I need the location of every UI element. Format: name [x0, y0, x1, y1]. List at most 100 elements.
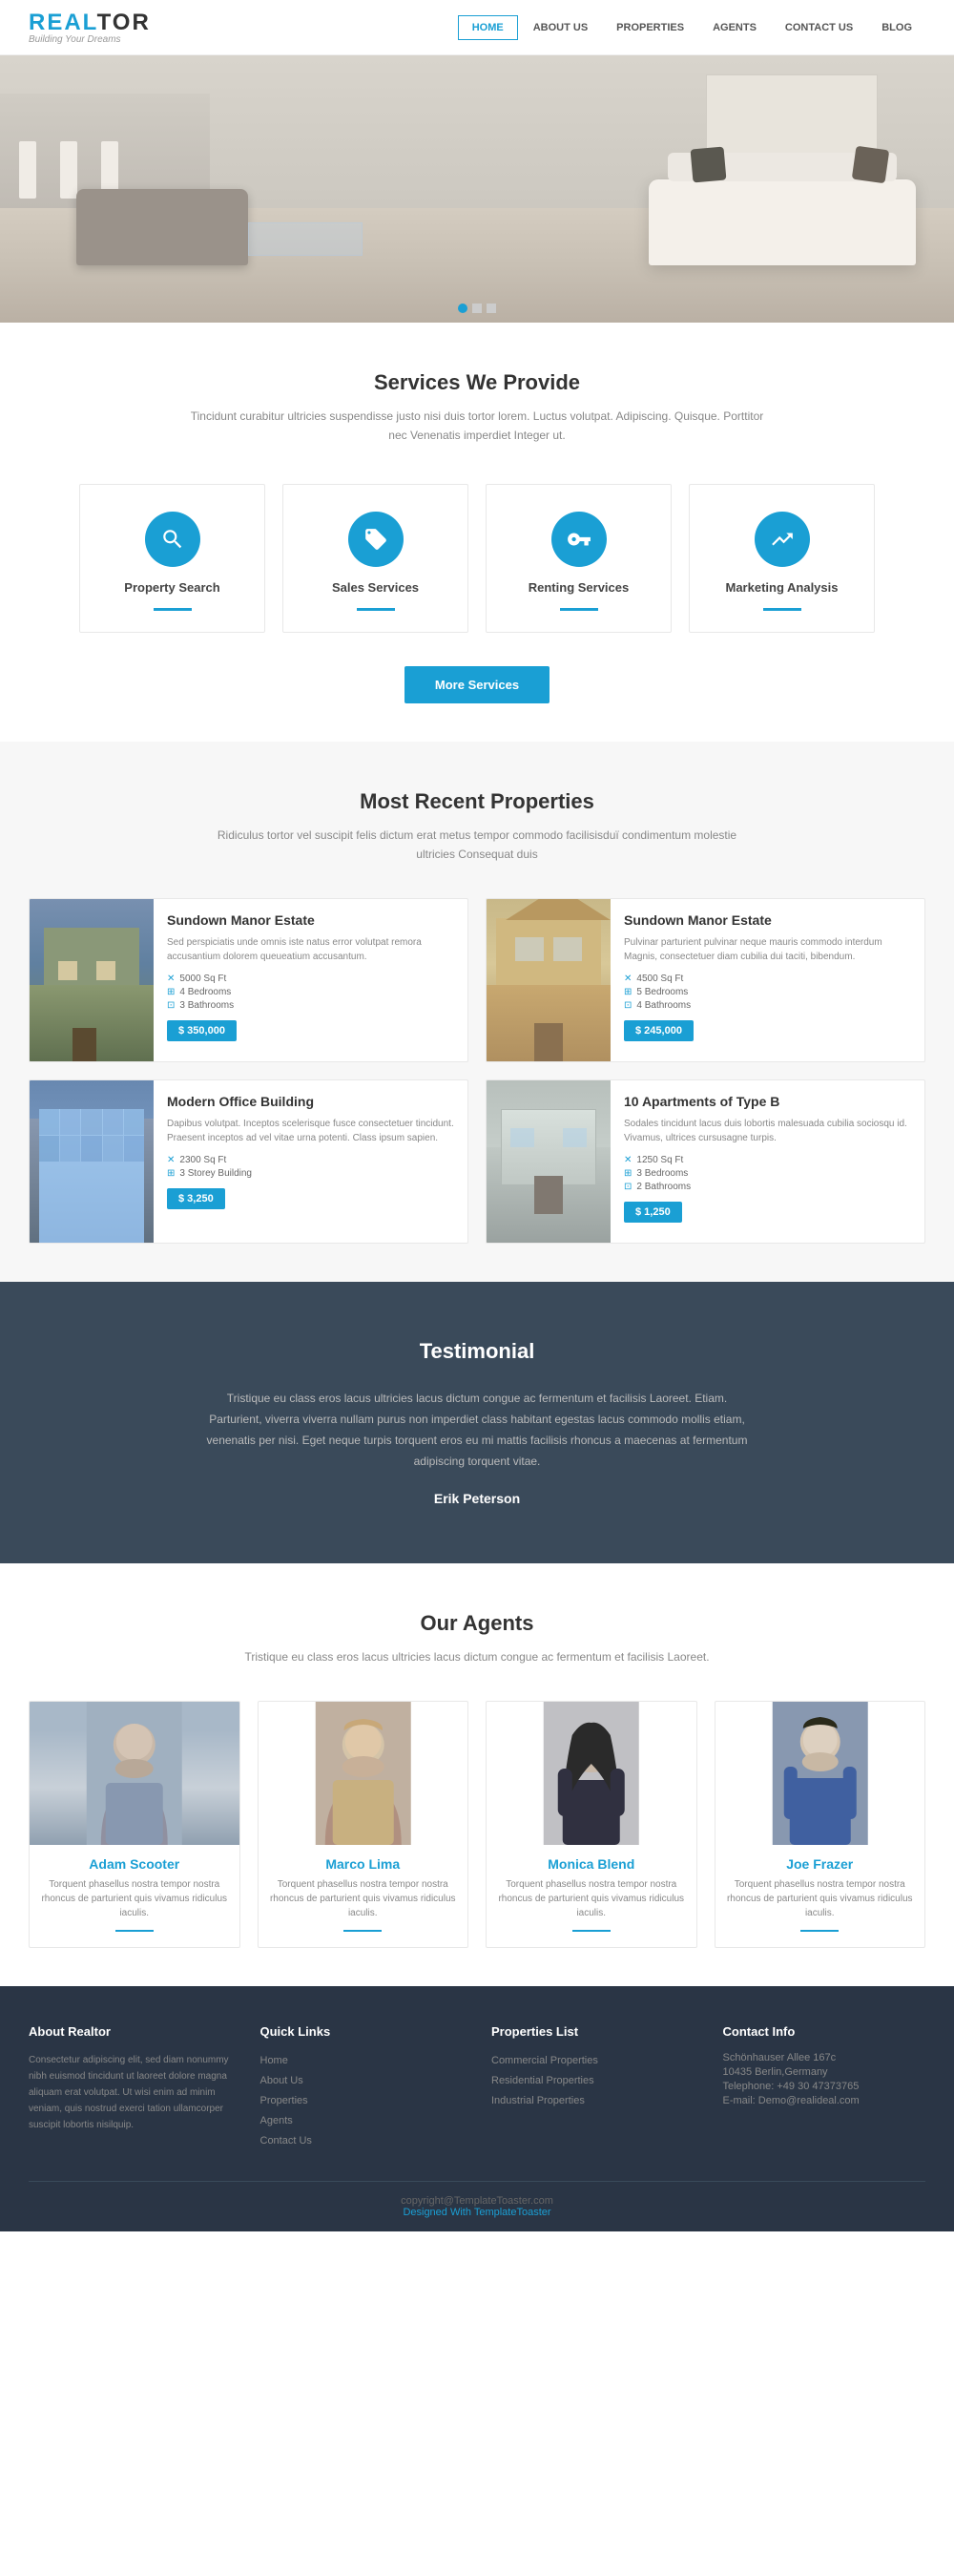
property-card-2[interactable]: Sundown Manor Estate Pulvinar parturient…: [486, 898, 925, 1062]
property-info-2: Sundown Manor Estate Pulvinar parturient…: [611, 899, 924, 1061]
hero-dot-2[interactable]: [472, 304, 482, 313]
service-divider-marketing: [763, 608, 801, 611]
search-icon: [145, 512, 200, 567]
property-features-4: ✕1250 Sq Ft ⊞3 Bedrooms ⊡2 Bathrooms: [624, 1155, 911, 1192]
service-card-renting[interactable]: Renting Services: [486, 484, 672, 633]
property-desc-3: Dapibus volutpat. Inceptos scelerisque f…: [167, 1117, 454, 1145]
property-image-1: [30, 899, 154, 1061]
footer-link-properties[interactable]: Properties: [260, 2092, 464, 2106]
service-name-search: Property Search: [97, 580, 247, 595]
service-card-sales[interactable]: Sales Services: [282, 484, 468, 633]
footer-proplist: Properties List Commercial Properties Re…: [491, 2024, 695, 2152]
agent-name-2: Marco Lima: [259, 1856, 468, 1872]
hero-dot-3[interactable]: [487, 304, 496, 313]
footer-contact-line-2: 10435 Berlin,Germany: [723, 2066, 926, 2078]
property-title-4: 10 Apartments of Type B: [624, 1094, 911, 1109]
footer-designed-by[interactable]: Designed With TemplateToaster: [403, 2207, 550, 2218]
footer-about-title: About Realtor: [29, 2024, 232, 2039]
footer-about: About Realtor Consectetur adipiscing eli…: [29, 2024, 232, 2152]
properties-section: Most Recent Properties Ridiculus tortor …: [0, 742, 954, 1282]
property-info-3: Modern Office Building Dapibus volutpat.…: [154, 1080, 467, 1243]
agent-photo-1: [30, 1702, 239, 1845]
tag-icon: [348, 512, 404, 567]
nav-contact[interactable]: CONTACT US: [772, 16, 866, 39]
properties-grid: Sundown Manor Estate Sed perspiciatis un…: [29, 898, 925, 1244]
property-desc-2: Pulvinar parturient pulvinar neque mauri…: [624, 935, 911, 964]
prop-sqft-1: ✕ 5000 Sq Ft: [167, 974, 454, 984]
testimonial-text: Tristique eu class eros lacus ultricies …: [200, 1388, 754, 1473]
main-nav: HOME ABOUT US PROPERTIES AGENTS CONTACT …: [458, 15, 925, 40]
footer-contact-line-1: Schönhauser Allee 167c: [723, 2052, 926, 2063]
footer-grid: About Realtor Consectetur adipiscing eli…: [29, 2024, 925, 2152]
footer-contact-line-4: E-mail: Demo@realideal.com: [723, 2095, 926, 2106]
property-card-3[interactable]: Modern Office Building Dapibus volutpat.…: [29, 1079, 468, 1244]
prop-beds-1: ⊞ 4 Bedrooms: [167, 987, 454, 997]
footer-link-about[interactable]: About Us: [260, 2072, 464, 2086]
agent-name-1: Adam Scooter: [30, 1856, 239, 1872]
service-card-search[interactable]: Property Search: [79, 484, 265, 633]
agent-divider-4: [800, 1930, 839, 1932]
agents-grid: Adam Scooter Torquent phasellus nostra t…: [29, 1701, 925, 1948]
agent-divider-3: [572, 1930, 611, 1932]
agents-title: Our Agents: [29, 1611, 925, 1636]
property-features-1: ✕ 5000 Sq Ft ⊞ 4 Bedrooms ⊡ 3 Bathrooms: [167, 974, 454, 1011]
services-section: Services We Provide Tincidunt curabitur …: [0, 323, 954, 742]
footer-copyright: copyright@TemplateToaster.com: [401, 2195, 553, 2207]
property-card-4[interactable]: 10 Apartments of Type B Sodales tincidun…: [486, 1079, 925, 1244]
agent-photo-2: [259, 1702, 468, 1845]
service-card-marketing[interactable]: Marketing Analysis: [689, 484, 875, 633]
hero-nav: [458, 304, 496, 313]
agent-divider-1: [115, 1930, 154, 1932]
agent-desc-3: Torquent phasellus nostra tempor nostra …: [487, 1877, 696, 1920]
hero-dot-1[interactable]: [458, 304, 467, 313]
hero-section: [0, 55, 954, 323]
footer-quicklinks-title: Quick Links: [260, 2024, 464, 2039]
footer-contact-title: Contact Info: [723, 2024, 926, 2039]
services-title: Services We Provide: [29, 370, 925, 395]
service-name-sales: Sales Services: [301, 580, 450, 595]
testimonial-author: Erik Peterson: [29, 1491, 925, 1506]
agent-card-4[interactable]: Joe Frazer Torquent phasellus nostra tem…: [715, 1701, 926, 1948]
nav-agents[interactable]: AGENTS: [699, 16, 770, 39]
footer-bottom: copyright@TemplateToaster.com Designed W…: [29, 2181, 925, 2231]
properties-subtitle: Ridiculus tortor vel suscipit felis dict…: [200, 826, 754, 865]
footer-proplist-list: Commercial Properties Residential Proper…: [491, 2052, 695, 2106]
services-subtitle: Tincidunt curabitur ultricies suspendiss…: [181, 407, 773, 446]
property-info-4: 10 Apartments of Type B Sodales tincidun…: [611, 1080, 924, 1243]
footer-proplist-title: Properties List: [491, 2024, 695, 2039]
nav-properties[interactable]: PROPERTIES: [603, 16, 697, 39]
nav-about[interactable]: ABOUT US: [520, 16, 601, 39]
property-image-2: [487, 899, 611, 1061]
service-name-renting: Renting Services: [504, 580, 653, 595]
property-price-4: $ 1,250: [624, 1202, 682, 1223]
nav-blog[interactable]: BLOG: [868, 16, 925, 39]
service-cards-row: Property Search Sales Services Renting S…: [29, 484, 925, 633]
footer-contact: Contact Info Schönhauser Allee 167c 1043…: [723, 2024, 926, 2152]
agent-desc-4: Torquent phasellus nostra tempor nostra …: [716, 1877, 925, 1920]
more-services-button[interactable]: More Services: [404, 666, 550, 703]
property-title-3: Modern Office Building: [167, 1094, 454, 1109]
property-card-1[interactable]: Sundown Manor Estate Sed perspiciatis un…: [29, 898, 468, 1062]
service-name-marketing: Marketing Analysis: [707, 580, 857, 595]
footer-contact-line-3: Telephone: +49 30 47373765: [723, 2081, 926, 2092]
key-icon: [551, 512, 607, 567]
agents-section: Our Agents Tristique eu class eros lacus…: [0, 1563, 954, 1985]
agent-card-2[interactable]: Marco Lima Torquent phasellus nostra tem…: [258, 1701, 469, 1948]
agent-divider-2: [343, 1930, 382, 1932]
service-divider-renting: [560, 608, 598, 611]
agent-card-3[interactable]: Monica Blend Torquent phasellus nostra t…: [486, 1701, 697, 1948]
property-desc-4: Sodales tincidunt lacus duis lobortis ma…: [624, 1117, 911, 1145]
logo: REALTOR Building Your Dreams: [29, 10, 151, 45]
footer-link-agents[interactable]: Agents: [260, 2112, 464, 2126]
property-title-1: Sundown Manor Estate: [167, 912, 454, 928]
agent-card-1[interactable]: Adam Scooter Torquent phasellus nostra t…: [29, 1701, 240, 1948]
footer-quicklinks-list: Home About Us Properties Agents Contact …: [260, 2052, 464, 2147]
agents-subtitle: Tristique eu class eros lacus ultricies …: [238, 1647, 716, 1666]
prop-baths-1: ⊡ 3 Bathrooms: [167, 1000, 454, 1011]
site-footer: About Realtor Consectetur adipiscing eli…: [0, 1986, 954, 2231]
footer-about-text: Consectetur adipiscing elit, sed diam no…: [29, 2052, 232, 2133]
footer-link-contact[interactable]: Contact Us: [260, 2132, 464, 2147]
nav-home[interactable]: HOME: [458, 15, 518, 40]
chart-icon: [755, 512, 810, 567]
footer-link-home[interactable]: Home: [260, 2052, 464, 2066]
